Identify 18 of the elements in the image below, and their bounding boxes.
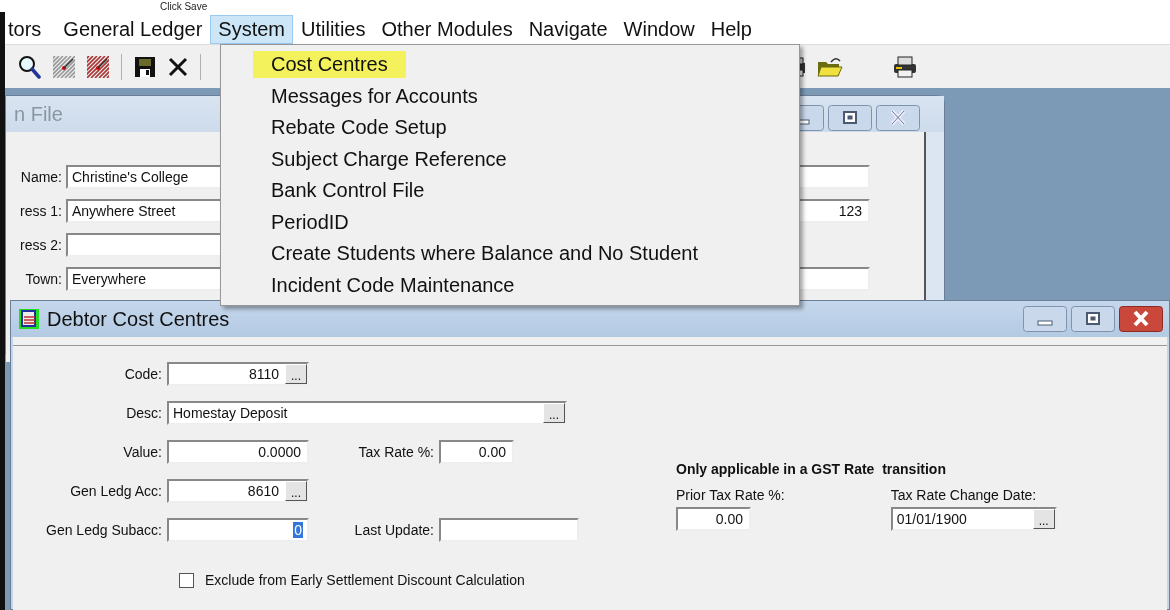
field-label: Gen Ledg Subacc: bbox=[45, 522, 162, 538]
field-label: Tax Rate Change Date: bbox=[890, 487, 1038, 503]
window-title: Debtor Cost Centres bbox=[47, 307, 230, 331]
field-label: Name: bbox=[19, 169, 63, 185]
field-label: Code: bbox=[123, 366, 162, 382]
field-label: ress 2: bbox=[19, 237, 63, 253]
field-label: Town: bbox=[24, 271, 63, 287]
field-label: Value: bbox=[122, 444, 162, 460]
field-label: Tax Rate %: bbox=[357, 444, 434, 460]
field-label: Prior Tax Rate %: bbox=[676, 487, 785, 503]
checkbox-label: Exclude from Early Settlement Discount Calculation bbox=[205, 572, 525, 588]
caption-text: Click Save bbox=[160, 1, 208, 12]
field-label: ress 1: bbox=[19, 203, 63, 219]
field-label: Last Update: bbox=[353, 522, 434, 538]
field-label: Desc: bbox=[125, 405, 162, 421]
section-heading: Only applicable in a GST Rate transition bbox=[676, 461, 947, 477]
field-label: Gen Ledg Acc: bbox=[69, 483, 162, 499]
window-title: n File bbox=[14, 102, 63, 126]
